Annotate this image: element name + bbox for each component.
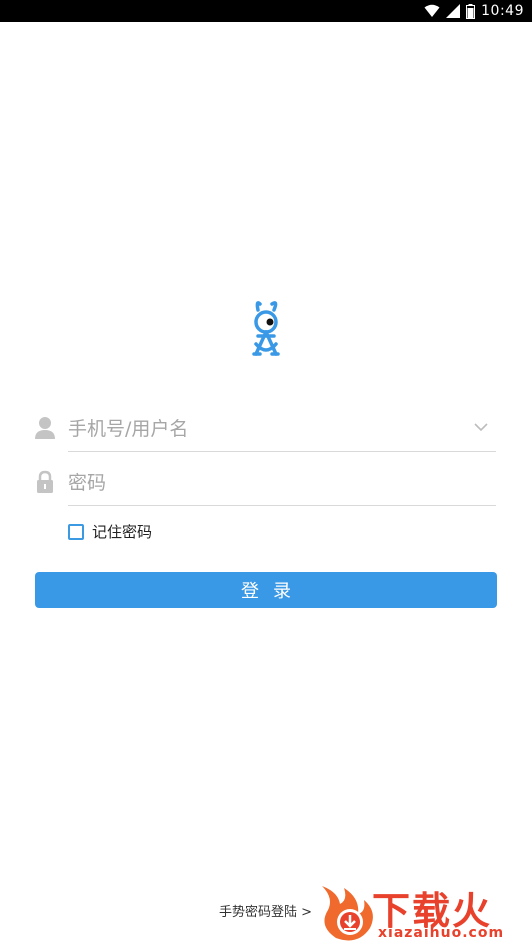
signal-icon: [446, 4, 461, 18]
remember-label[interactable]: 记住密码: [92, 521, 152, 542]
login-button[interactable]: 登录: [35, 572, 497, 608]
ant-logo-icon: [252, 301, 280, 356]
password-input[interactable]: [68, 460, 496, 506]
lock-icon: [37, 470, 53, 493]
watermark: 下载火 xiazaihuo.com: [314, 876, 530, 944]
remember-checkbox[interactable]: [68, 523, 84, 540]
flame-logo-icon: [322, 886, 373, 941]
gesture-login-link[interactable]: 手势密码登陆 >: [219, 901, 312, 920]
password-field: [34, 460, 496, 506]
user-icon: [35, 417, 55, 439]
watermark-url: xiazaihuo.com: [378, 925, 505, 941]
status-bar: 10:49: [0, 0, 532, 22]
battery-icon: [466, 3, 476, 19]
username-field: [34, 406, 496, 452]
status-time: 10:49: [481, 3, 524, 19]
chevron-down-icon[interactable]: [474, 422, 488, 432]
remember-password[interactable]: 记住密码: [68, 521, 152, 542]
wifi-icon: [424, 4, 440, 17]
username-input[interactable]: [68, 406, 496, 452]
